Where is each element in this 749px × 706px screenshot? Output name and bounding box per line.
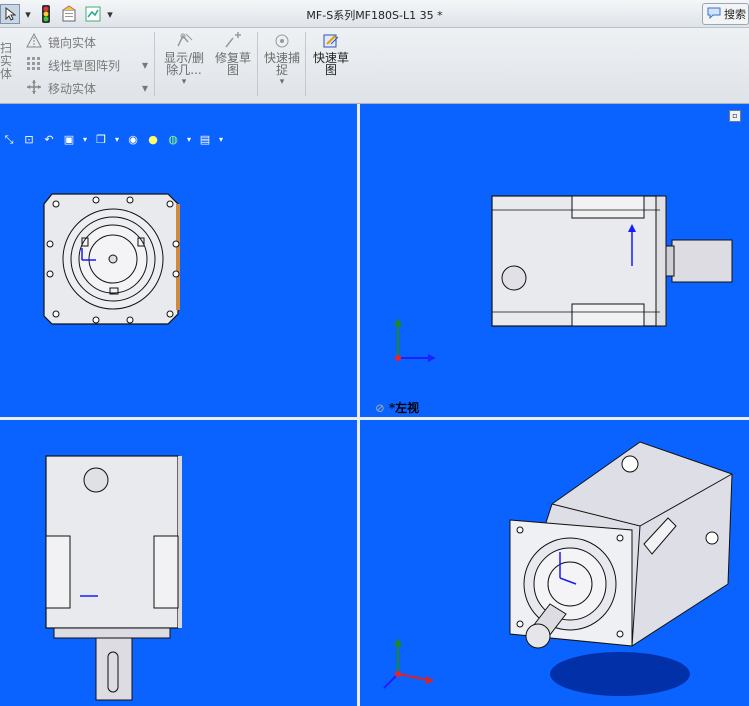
zoom-area-icon[interactable]: ⊡ <box>22 133 36 147</box>
linear-pattern-button[interactable]: 线性草图阵列 <box>26 56 120 75</box>
rapid-sketch-label: 快速草 图 <box>312 51 349 77</box>
apply-scene-icon[interactable]: ◍ <box>166 133 180 147</box>
triad-bottom-right <box>383 638 434 689</box>
mirror-icon <box>26 32 42 52</box>
ribbon-separator <box>257 32 258 96</box>
show-delete-dropdown-icon[interactable]: ▾ <box>162 76 206 88</box>
rapid-sketch-button[interactable]: 快速草 图 <box>310 32 352 76</box>
ribbon-separator <box>154 32 155 96</box>
repair-sketch-icon <box>212 32 254 52</box>
view-settings-dropdown-icon[interactable]: ▾ <box>218 133 224 147</box>
move-icon <box>26 79 42 98</box>
viewport-divider-horizontal[interactable] <box>0 417 749 420</box>
front-view-model[interactable] <box>40 190 186 330</box>
view-settings-icon[interactable]: ▤ <box>198 133 212 147</box>
hide-show-items-icon[interactable]: ◉ <box>126 133 140 147</box>
quick-snaps-button[interactable]: 快速捕 捉 ▾ <box>262 32 302 88</box>
show-delete-relations-button[interactable]: 显示/删 除几... ▾ <box>162 32 206 88</box>
repair-sketch-button[interactable]: 修复草 图 <box>212 32 254 76</box>
view-name-label: ⊘ *左视 <box>375 401 420 415</box>
viewport-menu-icon[interactable]: ▫ <box>729 110 741 122</box>
linear-pattern-icon <box>26 56 42 75</box>
ribbon: 扫实 体 镜向实体 线性草图阵列 ▾ 移动实体 ▾ 显示/删 除几... ▾ 修… <box>0 28 749 104</box>
title-bar: ▾ ▾ MF-S系列MF180S-L1 35 * 搜索 <box>0 0 749 28</box>
triad-top-right <box>394 318 436 362</box>
scene-dropdown-icon[interactable]: ▾ <box>186 133 192 147</box>
link-icon: ⊘ <box>375 401 389 415</box>
section-view-icon[interactable]: ▣ <box>62 133 76 147</box>
move-label: 移动实体 <box>48 82 97 96</box>
show-delete-relations-icon <box>162 32 206 52</box>
quick-snaps-icon <box>262 32 302 52</box>
top-view-model[interactable] <box>40 454 186 704</box>
chat-icon <box>707 7 721 22</box>
linear-pattern-label: 线性草图阵列 <box>48 59 121 73</box>
quick-snaps-dropdown-icon[interactable]: ▾ <box>262 76 302 88</box>
graphics-area[interactable]: ⤡ ⊡ ↶ ▣ ▾ ❒ ▾ ◉ ● ◍ ▾ ▤ ▾ ⊘ *左视 ▫ <box>0 104 749 706</box>
move-entities-button[interactable]: 移动实体 <box>26 79 96 98</box>
zoom-to-fit-icon[interactable]: ⤡ <box>2 133 16 147</box>
move-dropdown-icon[interactable]: ▾ <box>142 81 148 95</box>
mirror-entities-button[interactable]: 镜向实体 <box>26 32 97 52</box>
search-label: 搜索 <box>724 8 746 21</box>
display-style-dropdown-icon[interactable]: ▾ <box>114 133 120 147</box>
window-title: MF-S系列MF180S-L1 35 * <box>306 9 443 22</box>
view-orientation-dropdown-icon[interactable]: ▾ <box>82 133 88 147</box>
heads-up-view-toolbar: ⤡ ⊡ ↶ ▣ ▾ ❒ ▾ ◉ ● ◍ ▾ ▤ ▾ <box>0 130 224 150</box>
left-view-model[interactable] <box>488 192 740 332</box>
ribbon-separator <box>305 32 306 96</box>
repair-sketch-label: 修复草 图 <box>214 51 251 77</box>
isometric-view-model[interactable] <box>500 434 749 706</box>
quick-snaps-label: 快速捕 捉 <box>263 51 300 77</box>
viewport-divider-vertical[interactable] <box>357 104 360 706</box>
search-box[interactable]: 搜索 <box>702 3 749 25</box>
edit-appearance-icon[interactable]: ● <box>146 133 160 147</box>
linear-pattern-dropdown-icon[interactable]: ▾ <box>142 58 148 72</box>
mirror-label: 镜向实体 <box>48 36 97 50</box>
ribbon-partial-button[interactable]: 扫实 体 <box>0 42 20 81</box>
show-delete-label: 显示/删 除几... <box>163 51 205 77</box>
view-orientation-icon[interactable]: ❒ <box>94 133 108 147</box>
previous-view-icon[interactable]: ↶ <box>42 133 56 147</box>
rapid-sketch-icon <box>310 32 352 52</box>
